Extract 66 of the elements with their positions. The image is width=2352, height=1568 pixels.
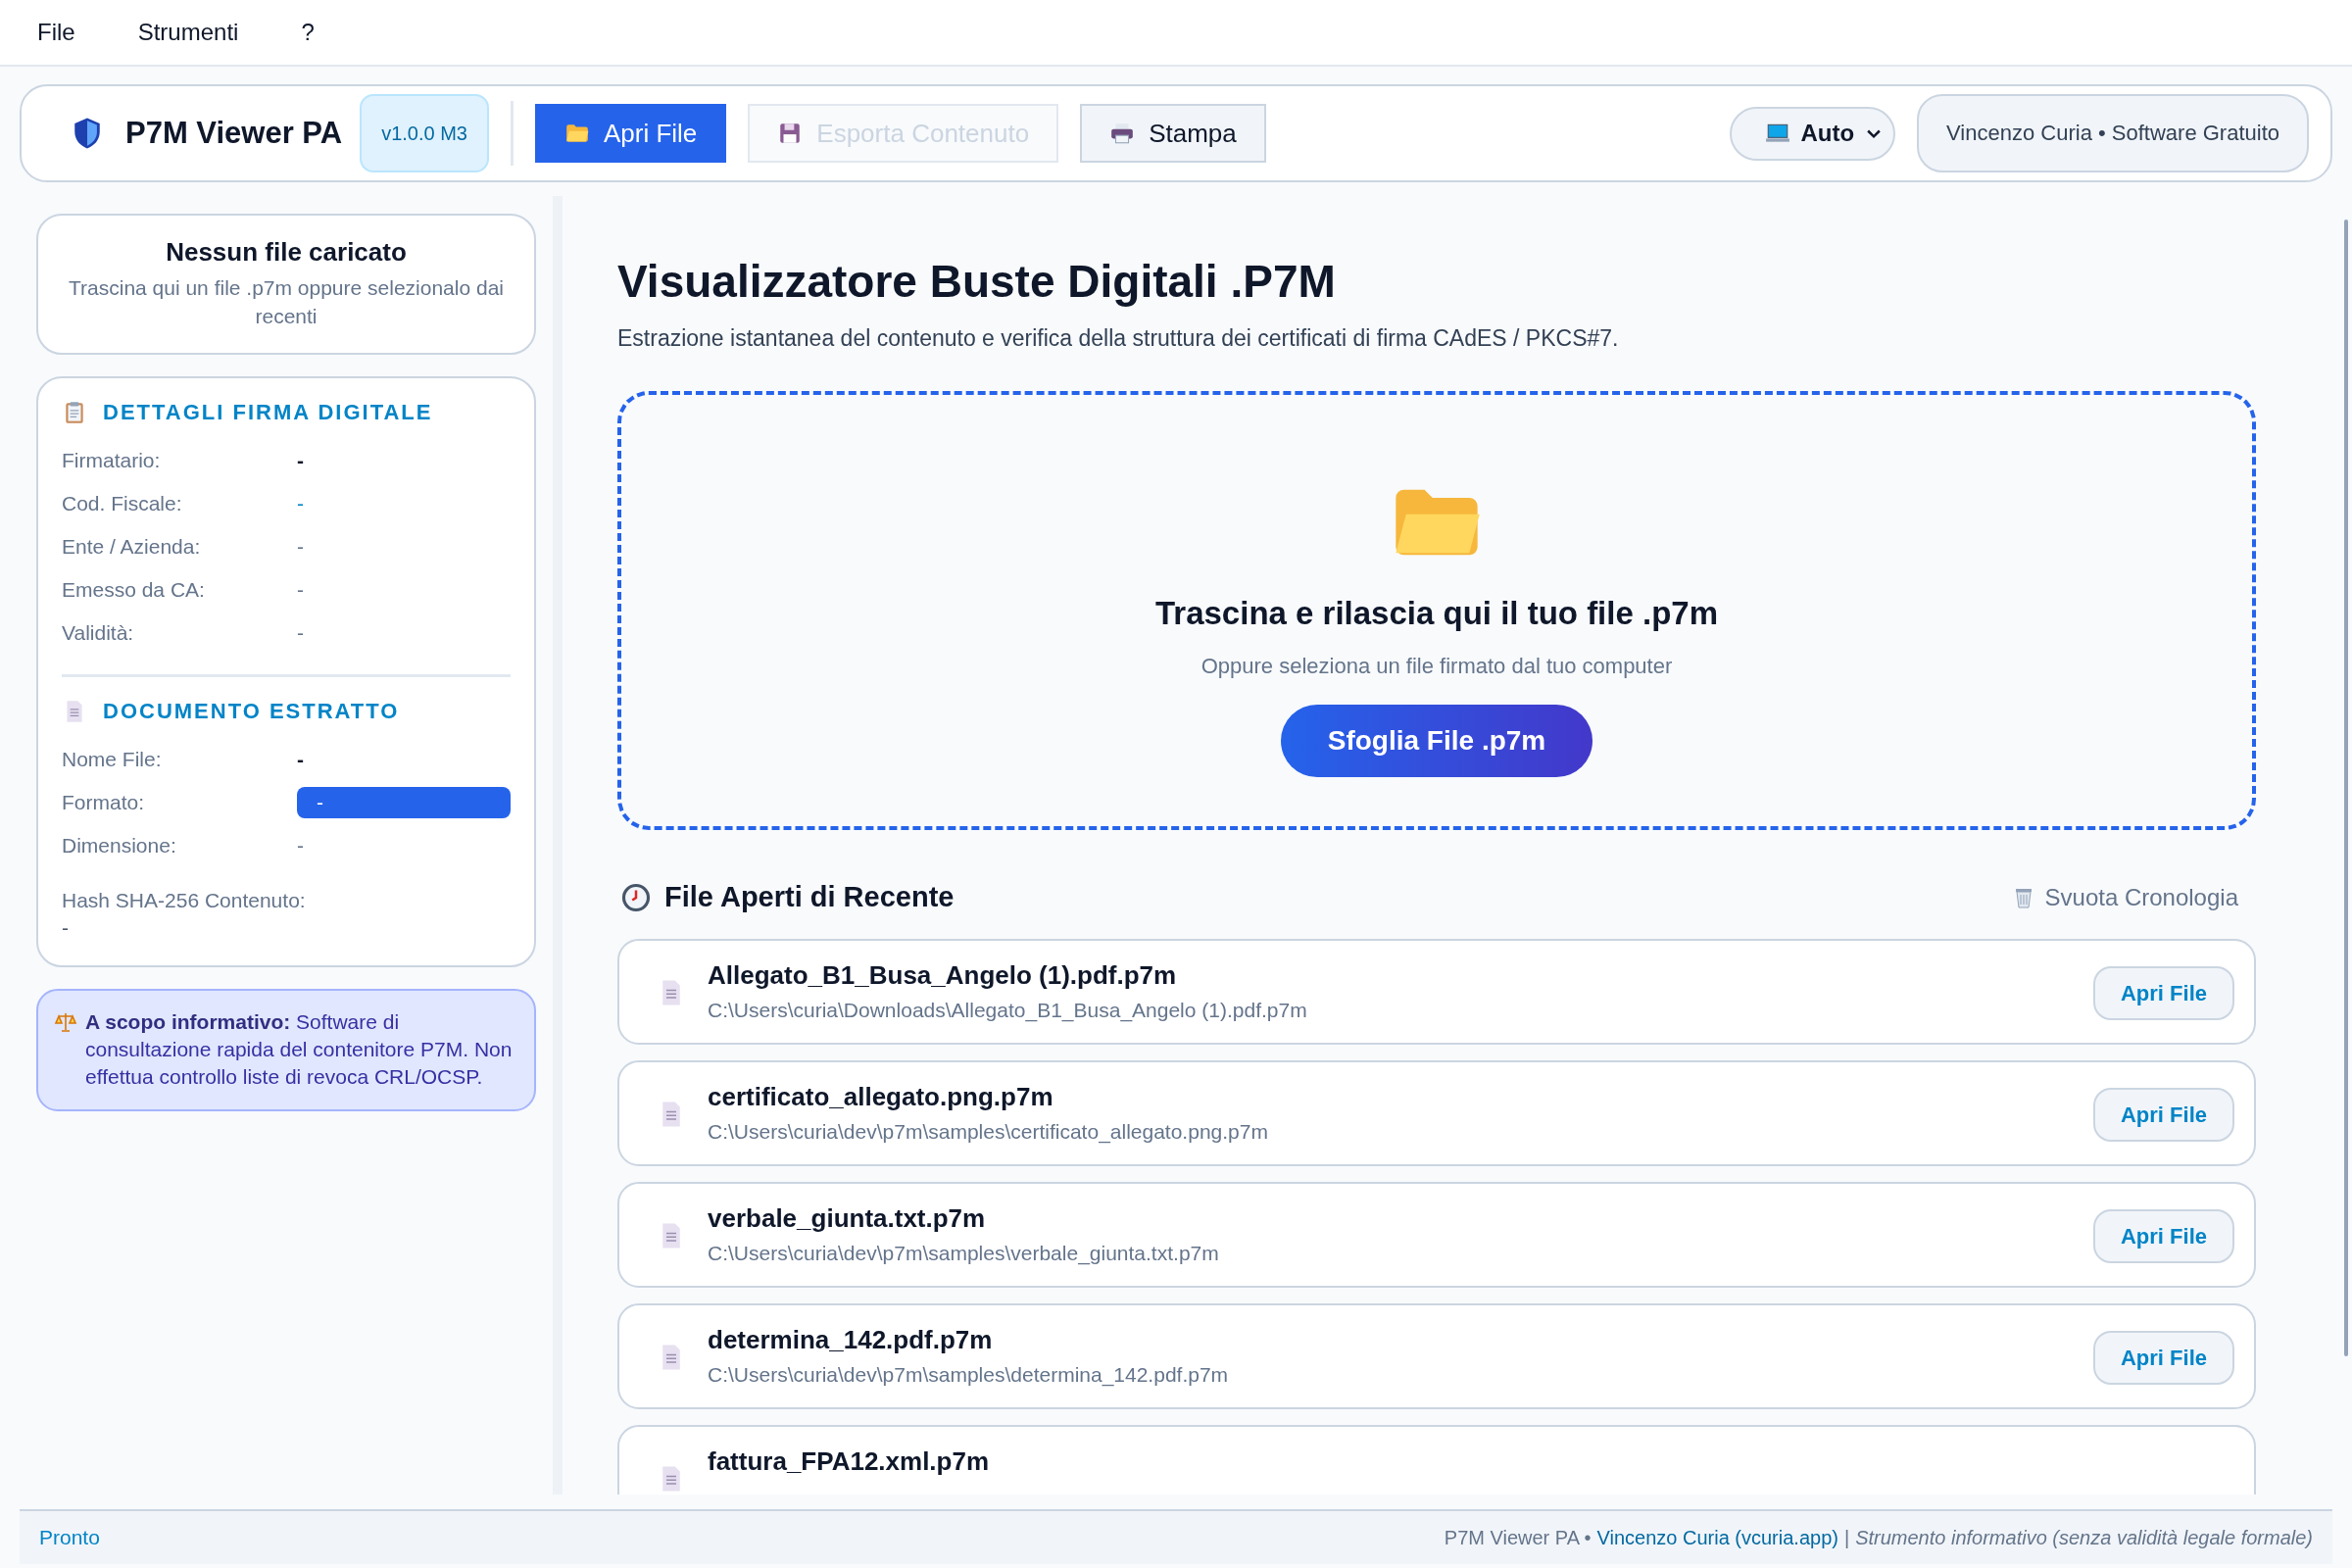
separator-text: | xyxy=(1843,1526,1850,1549)
clear-history-button[interactable]: Svuota Cronologia xyxy=(2011,883,2238,911)
theme-select[interactable]: Auto xyxy=(1730,106,1896,161)
field-value: - xyxy=(297,833,305,858)
field-value: - xyxy=(62,915,70,940)
open-file-button[interactable]: Apri File xyxy=(2093,1331,2234,1385)
status-hint: Trascina qui un file .p7m oppure selezionalo dai recenti xyxy=(68,275,505,330)
file-path: C:\Users\curia\dev\p7m\samples\verbale_giunta.txt.p7m xyxy=(708,1242,1220,1265)
page-subtitle: Estrazione istantanea del contenuto e verifica della struttura dei certificati di firma CAdES / PKCS#7. xyxy=(617,325,1620,352)
credit-label: Vincenzo Curia • Software Gratuito xyxy=(1917,94,2309,172)
recent-file-row[interactable]: verbale_giunta.txt.p7m C:\Users\curia\dev\p7m\samples\verbale_giunta.txt.p7m Apri File xyxy=(617,1182,2256,1288)
format-badge: - xyxy=(297,786,511,818)
open-file-button[interactable]: Apri File xyxy=(2093,1209,2234,1263)
file-name: verbale_giunta.txt.p7m xyxy=(708,1203,987,1234)
open-file-button[interactable]: Apri File xyxy=(2093,1088,2234,1142)
section-heading: DETTAGLI FIRMA DIGITALE xyxy=(103,399,433,425)
field-label: Firmatario: xyxy=(62,448,162,472)
status-title: Nessun file caricato xyxy=(165,237,408,268)
field-label: Formato: xyxy=(62,790,146,814)
toolbar-button[interactable]: Stampa xyxy=(1080,104,1266,163)
menu-item[interactable]: File xyxy=(20,19,103,46)
field-label: Emesso da CA: xyxy=(62,577,206,602)
notice-text: A scopo informativo: Software di consultazione rapida del contenitore P7M. Non effettua controllo liste di revoca CRL/OCSP. xyxy=(85,1008,514,1091)
field-label: Nome File: xyxy=(62,747,163,771)
field-value: - xyxy=(297,534,305,559)
recent-file-row[interactable]: certificato_allegato.png.p7m C:\Users\curia\dev\p7m\samples\certificato_allegato.png.p7m Apri File xyxy=(617,1060,2256,1166)
field-value: - xyxy=(297,491,305,515)
app-label: P7M Viewer PA • xyxy=(1444,1526,1592,1549)
field-label: Dimensione: xyxy=(62,833,177,858)
file-path: C:\Users\curia\dev\p7m\samples\determina_142.pdf.p7m xyxy=(708,1363,1230,1387)
author-link[interactable]: Vincenzo Curia (vcuria.app) xyxy=(1596,1526,1838,1549)
drop-zone-hint: Oppure seleziona un file firmato dal tuo computer xyxy=(1200,654,1673,679)
field-value: - xyxy=(297,577,305,602)
file-name: determina_142.pdf.p7m xyxy=(708,1325,994,1355)
recent-file-row[interactable]: fattura_FPA12.xml.p7m xyxy=(617,1425,2256,1494)
disclaimer-text: Strumento informativo (senza validità legale formale) xyxy=(1855,1526,2313,1549)
section-title: File Aperti di Recente xyxy=(664,881,956,913)
field-label: Ente / Azienda: xyxy=(62,534,202,559)
printer-icon xyxy=(1109,121,1136,146)
app-title: P7M Viewer PA xyxy=(125,116,343,151)
drop-zone-title: Trascina e rilascia qui il tuo file .p7m xyxy=(1154,595,1718,632)
recent-file-row[interactable]: determina_142.pdf.p7m C:\Users\curia\dev\p7m\samples\determina_142.pdf.p7m Apri File xyxy=(617,1303,2256,1409)
menu-item[interactable]: Strumenti xyxy=(120,19,267,46)
field-label: Validità: xyxy=(62,620,135,645)
file-path: C:\Users\curia\dev\p7m\samples\certificato_allegato.png.p7m xyxy=(708,1120,1269,1144)
scrollbar[interactable] xyxy=(2344,220,2348,1356)
field-label: Hash SHA-256 Contenuto: xyxy=(62,888,307,912)
file-name: Allegato_B1_Busa_Angelo (1).pdf.p7m xyxy=(708,960,1178,991)
recent-file-row[interactable]: Allegato_B1_Busa_Angelo (1).pdf.p7m C:\Users\curia\Downloads\Allegato_B1_Busa_Angelo (1).pdf.p7m Apri File xyxy=(617,939,2256,1045)
open-file-button[interactable]: Apri File xyxy=(2093,966,2234,1020)
drop-zone[interactable]: Trascina e rilascia qui il tuo file .p7m Oppure seleziona un file firmato dal tuo computer Sfoglia File .p7m xyxy=(617,391,2256,830)
section-heading: DOCUMENTO ESTRATTO xyxy=(103,698,400,724)
menu-item[interactable]: ? xyxy=(283,19,342,46)
status-text: Pronto xyxy=(39,1526,101,1549)
field-label: Cod. Fiscale: xyxy=(62,491,183,515)
field-value: - xyxy=(297,620,305,645)
toolbar-button[interactable]: Apri File xyxy=(534,104,727,163)
version-badge: v1.0.0 M3 xyxy=(360,94,489,172)
browse-button[interactable]: Sfoglia File .p7m xyxy=(1280,705,1593,777)
file-name: certificato_allegato.png.p7m xyxy=(708,1082,1054,1112)
field-value: - xyxy=(297,747,305,771)
file-name: fattura_FPA12.xml.p7m xyxy=(708,1446,991,1477)
page-title: Visualizzatore Buste Digitali .P7M xyxy=(617,255,1337,308)
clock-icon xyxy=(621,882,651,912)
field-value: - xyxy=(297,448,305,472)
file-path: C:\Users\curia\Downloads\Allegato_B1_Busa_Angelo (1).pdf.p7m xyxy=(708,999,1308,1022)
